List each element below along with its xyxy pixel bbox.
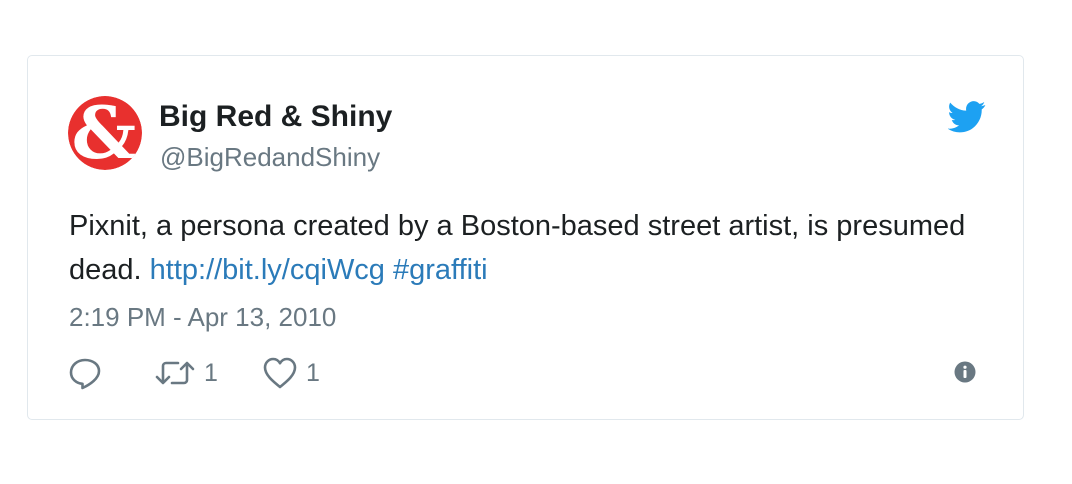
- like-count: 1: [306, 359, 320, 387]
- reply-icon: [69, 358, 101, 390]
- like-button[interactable]: 1: [262, 356, 320, 390]
- tweet-timestamp[interactable]: 2:19 PM - Apr 13, 2010: [69, 300, 336, 334]
- retweet-button[interactable]: 1: [154, 356, 218, 390]
- author-name[interactable]: Big Red & Shiny: [159, 98, 392, 136]
- avatar[interactable]: &: [68, 96, 142, 170]
- ampersand-logo-icon: &: [68, 96, 142, 170]
- tweet-actions: 1 1: [68, 356, 988, 390]
- reply-button[interactable]: [68, 356, 102, 390]
- heart-icon: [263, 357, 297, 389]
- retweet-count: 1: [204, 359, 218, 387]
- svg-text:&: &: [71, 96, 136, 170]
- tweet-text: Pixnit, a persona created by a Boston-ba…: [69, 204, 999, 292]
- twitter-bird-icon[interactable]: [947, 101, 986, 133]
- hashtag-link[interactable]: #graffiti: [393, 254, 488, 286]
- info-icon[interactable]: [954, 361, 976, 383]
- tweet-link[interactable]: http://bit.ly/cqiWcg: [150, 254, 385, 286]
- retweet-icon: [155, 361, 195, 385]
- author-handle[interactable]: @BigRedandShiny: [160, 140, 380, 174]
- tweet-card: & Big Red & Shiny @BigRedandShiny Pixnit…: [27, 55, 1024, 420]
